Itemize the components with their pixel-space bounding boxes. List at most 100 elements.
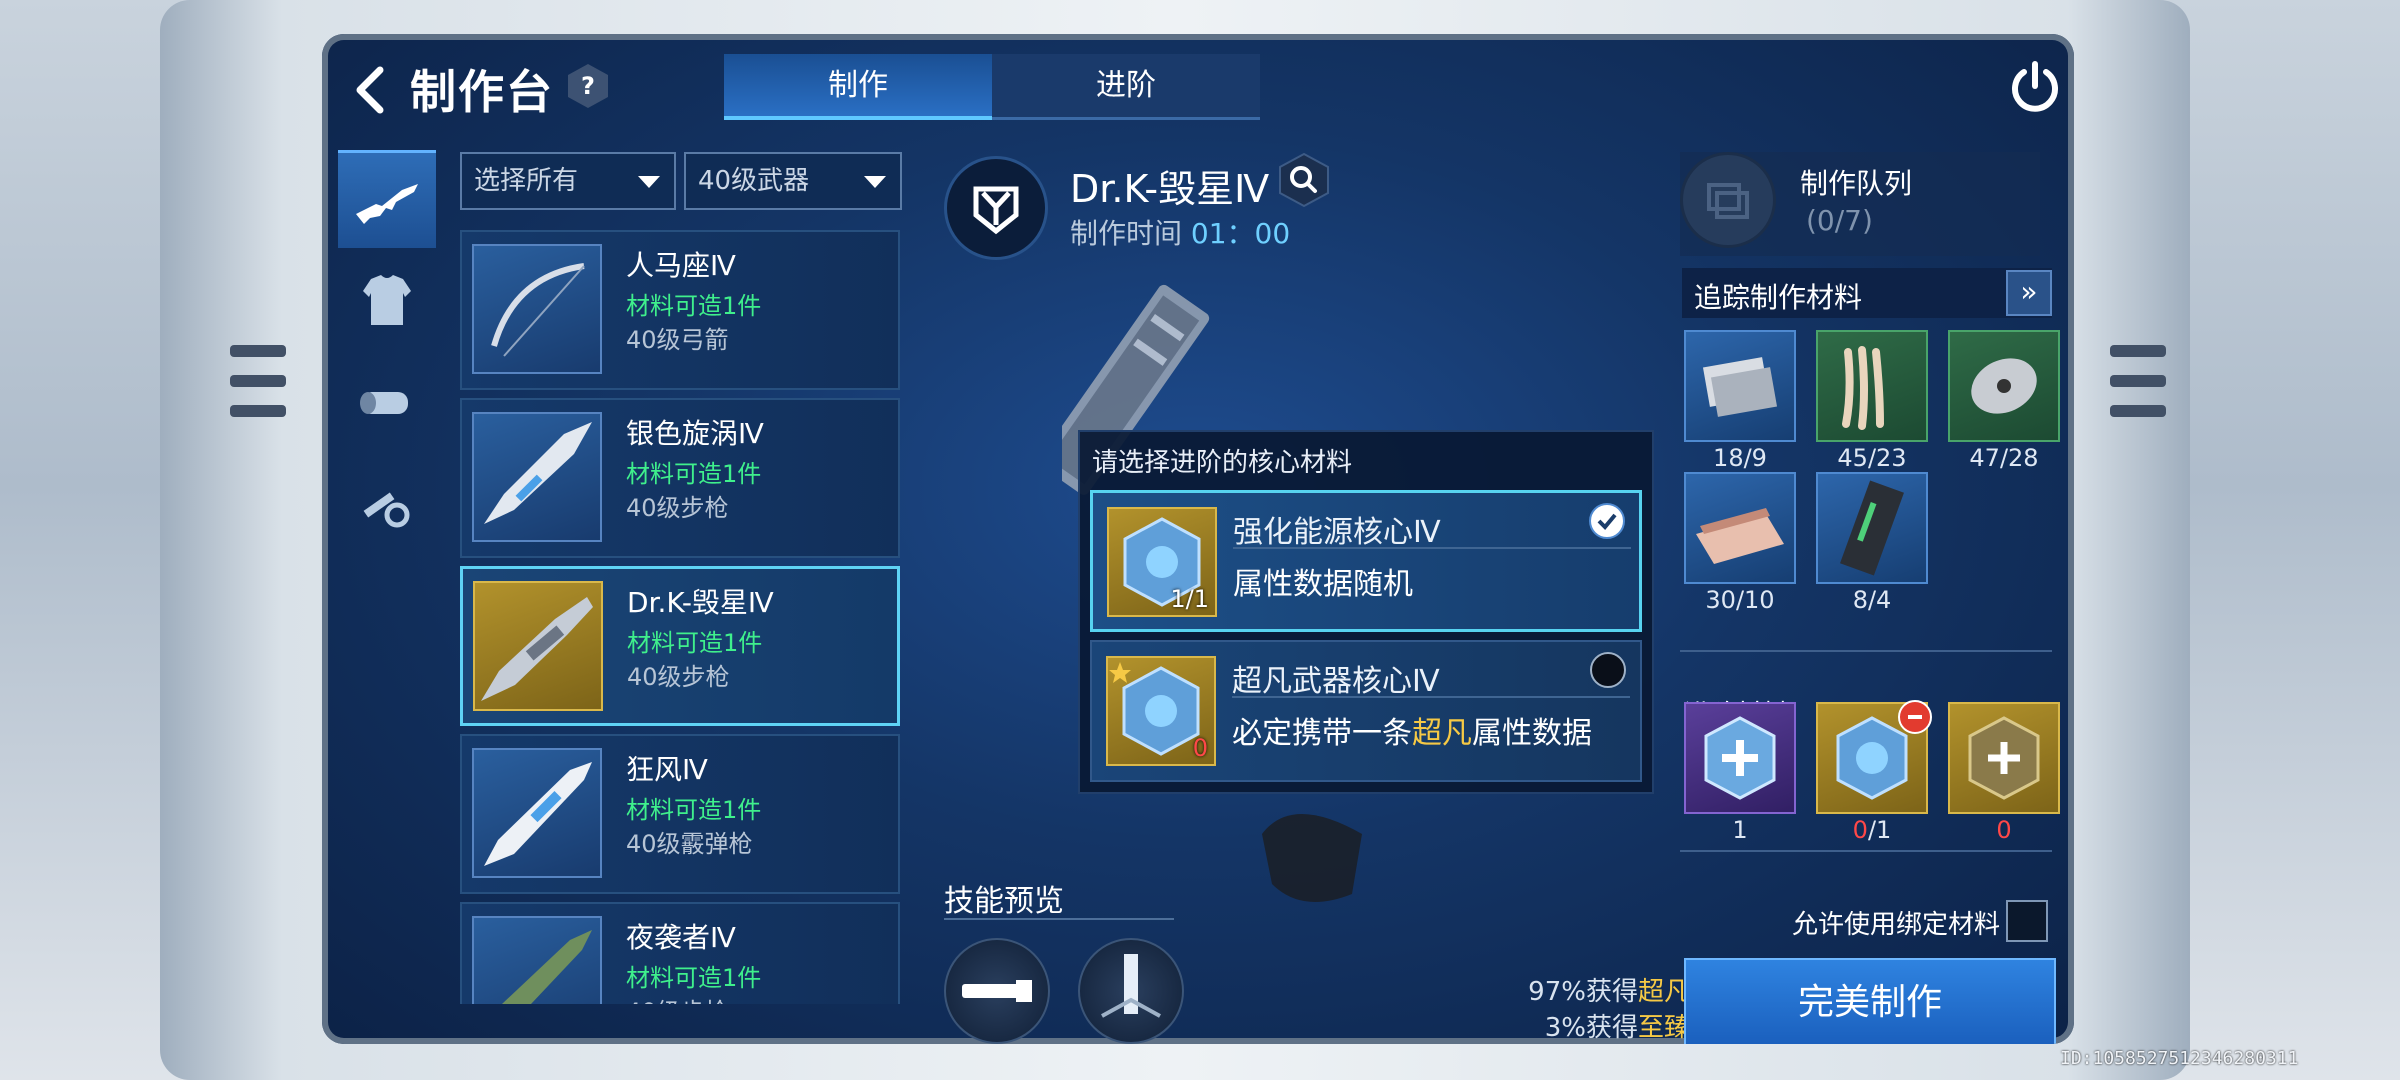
barrel-icon [360,392,408,414]
search-icon[interactable] [1278,152,1330,208]
queue-count: (0/7) [1806,204,1873,237]
skill-beam-icon[interactable] [1078,938,1184,1044]
category-bar [338,150,438,1010]
left-grill [230,345,286,455]
item-level: 40级步枪 [626,992,729,1004]
craft-time-label: 制作时间 [1070,217,1183,250]
purple-core-icon [1704,716,1776,800]
material-count: 47/28 [1969,444,2039,472]
list-item[interactable]: Dr.K-毁星Ⅳ 材料可造1件 40级步枪 [460,566,900,726]
category-armor[interactable] [338,252,436,350]
material-count: 8/4 [1852,586,1892,614]
help-icon[interactable]: ? [568,64,608,108]
skill-gun-icon[interactable] [944,938,1050,1044]
rate-text: 97%获得 [1528,977,1638,1007]
bow-thumbnail [472,244,602,374]
divider [1680,850,2052,852]
core-material-popup: 请选择进阶的核心材料 1/1 强化能源核心Ⅳ 属性数据随机 0 超凡武器核心Ⅳ … [1078,430,1654,794]
divider [1232,696,1630,698]
weapon-name: Dr.K-毁星Ⅳ [1070,167,1270,211]
material-count: 30/10 [1705,586,1775,614]
tab-bar: 制作 进阶 [724,54,1260,120]
item-status: 材料可造1件 [626,796,762,824]
item-name: 夜袭者Ⅳ [626,921,736,954]
power-icon[interactable] [2006,58,2064,116]
page-title: 制作台 [410,65,554,119]
core-quantity: 0 [1192,734,1208,762]
advance-material-energy-core[interactable] [1816,700,1932,814]
circuit-board-icon [1840,480,1904,576]
category-weapons[interactable] [338,150,436,248]
desc-text: 必定携带一条 [1232,716,1412,751]
advance-material-gold-core[interactable] [1948,702,2060,814]
tab-advance[interactable]: 进阶 [992,54,1260,120]
material-metal-plates[interactable] [1684,330,1796,442]
craft-queue[interactable]: 制作队列 (0/7) [1680,152,2040,256]
allow-bound-materials-checkbox[interactable] [2006,900,2048,942]
divider [1680,650,2052,652]
material-armor-shell[interactable] [1948,330,2060,442]
count-missing: 0 [1852,816,1868,844]
metal-plates-icon [1702,357,1778,417]
rate-highlight: 至臻 [1637,1013,1690,1043]
material-count: 45/23 [1837,444,1907,472]
remove-icon[interactable] [1898,700,1932,734]
chevron-down-icon [864,176,886,188]
item-level: 40级步枪 [626,494,729,522]
material-circuit-board[interactable] [1816,472,1928,584]
armor-shell-icon [1971,358,2037,414]
level-filter-value: 40级武器 [698,166,810,196]
material-count: 0 [1948,816,2060,844]
brand-emblem [944,156,1048,260]
double-chevron-right-icon[interactable]: » [2006,270,2052,316]
recipe-list: 人马座Ⅳ 材料可造1件 40级弓箭 银色旋涡Ⅳ 材料可造1件 40级步枪 Dr.… [460,230,902,1004]
bolt-nut-icon [363,492,410,528]
advance-material-purple-core[interactable] [1684,702,1796,814]
track-title: 追踪制作材料 [1694,281,1863,314]
gold-core-icon [1968,716,2040,800]
item-name: Dr.K-毁星Ⅳ [627,586,774,619]
material-count: 0/1 [1816,816,1928,844]
craft-time-value: 01：00 [1190,217,1291,250]
queue-icon [1680,152,1776,248]
item-level: 40级步枪 [627,663,730,691]
player-id: ID:1058527512346280311 [2060,1048,2299,1069]
rate-text: 3%获得 [1544,1013,1638,1043]
rifle-thumbnail [472,916,602,1004]
craft-time: 制作时间 01：00 [1070,212,1290,252]
queue-title: 制作队列 [1800,167,1913,200]
perfect-craft-button[interactable]: 完美制作 [1684,958,2056,1044]
rifle-thumbnail [473,581,603,711]
weapon-core-icon: 0 [1106,656,1216,766]
list-item[interactable]: 狂风Ⅳ 材料可造1件 40级霰弹枪 [460,734,900,894]
desc-highlight: 超凡 [1412,716,1472,751]
core-description: 属性数据随机 [1233,567,1413,602]
item-name: 人马座Ⅳ [626,249,736,282]
chevron-down-icon [638,176,660,188]
radio-unselected[interactable] [1590,652,1626,688]
list-item[interactable]: 银色旋涡Ⅳ 材料可造1件 40级步枪 [460,398,900,558]
rifle-icon [356,183,418,224]
item-name: 狂风Ⅳ [626,753,708,786]
type-filter-select[interactable]: 选择所有 [460,152,676,210]
energy-core-icon: 1/1 [1107,507,1217,617]
category-components[interactable] [338,456,436,554]
back-arrow-icon[interactable] [350,62,390,118]
track-materials-header: 追踪制作材料 » [1682,268,2052,318]
level-filter-select[interactable]: 40级武器 [684,152,902,210]
category-parts[interactable] [338,354,436,452]
list-item[interactable]: 人马座Ⅳ 材料可造1件 40级弓箭 [460,230,900,390]
core-quantity: 1/1 [1170,585,1209,613]
material-wood-planks[interactable] [1684,472,1796,584]
core-option-energy[interactable]: 1/1 强化能源核心Ⅳ 属性数据随机 [1090,490,1642,632]
selected-check-icon[interactable] [1589,503,1625,539]
core-option-extraordinary[interactable]: 0 超凡武器核心Ⅳ 必定携带一条超凡属性数据 [1090,640,1642,782]
item-level: 40级霰弹枪 [626,830,753,858]
rate-highlight: 超凡 [1637,977,1690,1007]
list-item[interactable]: 夜袭者Ⅳ 材料可造1件 40级步枪 [460,902,900,1004]
desc-text: 属性数据 [1472,716,1592,751]
tab-craft[interactable]: 制作 [724,54,992,120]
material-claw[interactable] [1816,330,1928,442]
armor-icon [363,275,411,325]
shotgun-thumbnail [472,748,602,878]
